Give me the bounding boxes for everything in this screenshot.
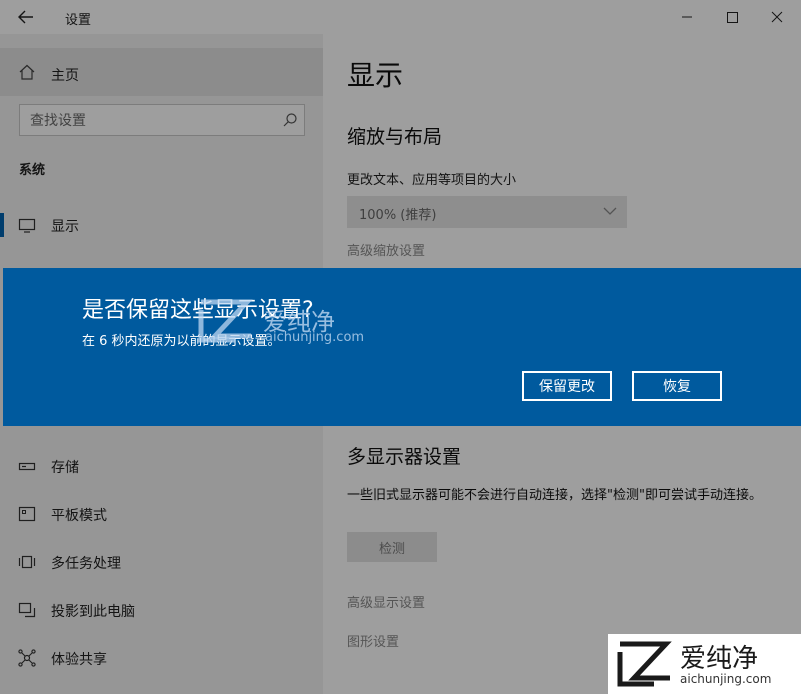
- watermark-corner: 爱纯净 aichunjing.com: [608, 634, 801, 694]
- watermark-brand: 爱纯净: [680, 644, 759, 674]
- watermark-center: 爱纯净 aichunjing.com: [195, 296, 364, 350]
- watermark-url: aichunjing.com: [265, 330, 365, 345]
- keep-changes-button[interactable]: 保留更改: [522, 371, 612, 401]
- watermark-logo-icon: [617, 641, 672, 687]
- settings-window: 设置 主页 查找设置 系统 显示 存储 平板模式 多任务处理 投影到此电脑 体验…: [0, 0, 801, 694]
- watermark-url: aichunjing.com: [680, 672, 772, 686]
- revert-button[interactable]: 恢复: [632, 371, 722, 401]
- watermark-logo-icon: [198, 299, 253, 343]
- keep-display-settings-dialog: 是否保留这些显示设置? 在 6 秒内还原为以前的显示设置。 保留更改 恢复: [3, 268, 801, 426]
